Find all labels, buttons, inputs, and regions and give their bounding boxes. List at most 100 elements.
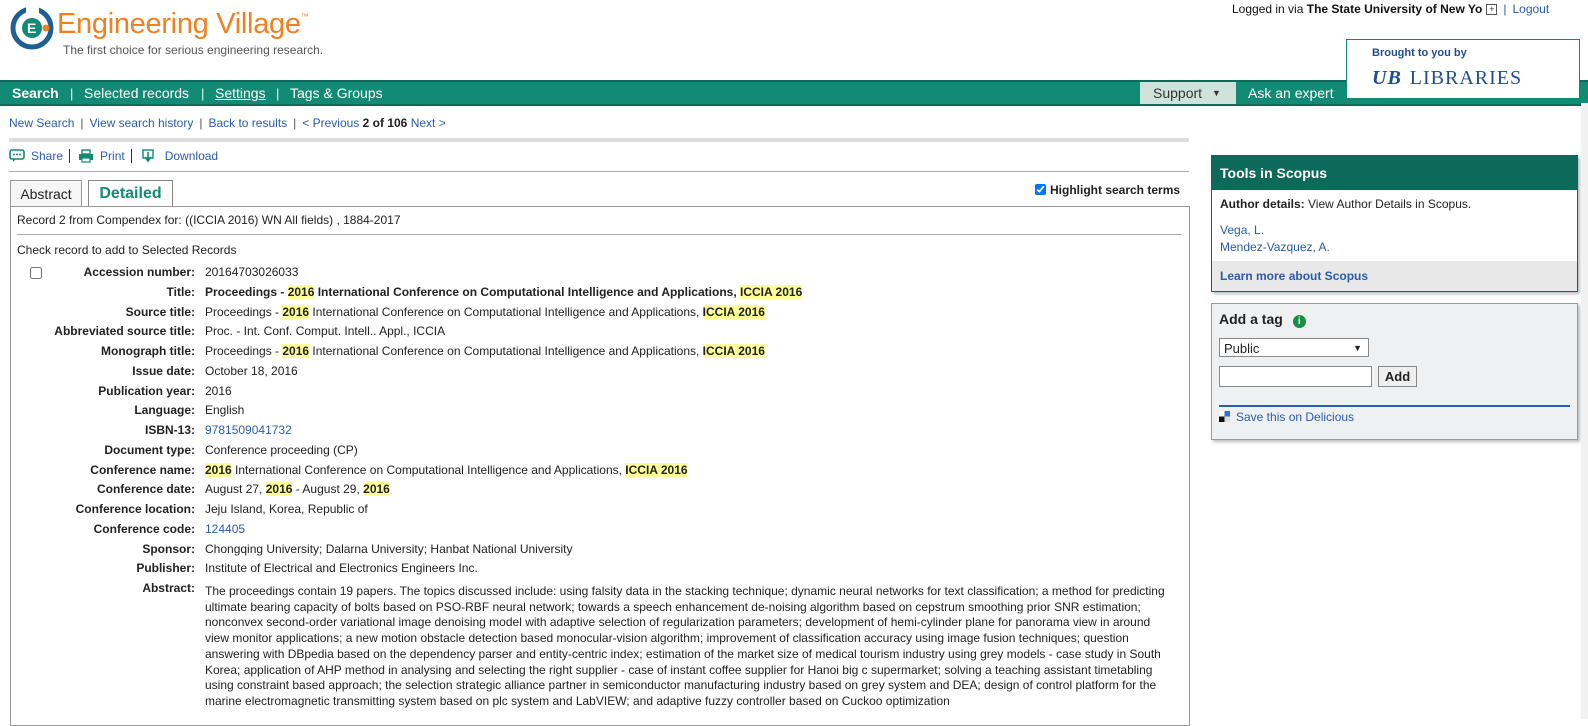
field-label: Title: bbox=[166, 285, 195, 299]
field-value-link[interactable]: 9781509041732 bbox=[205, 423, 292, 437]
field-value: Jeju Island, Korea, Republic of bbox=[205, 502, 368, 516]
field-value-link[interactable]: 124405 bbox=[205, 522, 245, 536]
highlighted-term: ICCIA 2016 bbox=[625, 463, 688, 477]
new-search-link[interactable]: New Search bbox=[9, 116, 74, 130]
add-tag-panel: Add a tag i Public ▼ Add Save this on Deli… bbox=[1211, 303, 1578, 440]
add-tag-title-text: Add a tag bbox=[1219, 311, 1283, 327]
nav-selected-records[interactable]: Selected records bbox=[84, 85, 189, 101]
author-details-label: Author details: bbox=[1220, 197, 1305, 211]
share-link[interactable]: Share bbox=[31, 149, 63, 163]
field-value: English bbox=[205, 403, 244, 417]
save-on-delicious-link[interactable]: Save this on Delicious bbox=[1236, 410, 1354, 424]
nav-search[interactable]: Search bbox=[12, 85, 59, 101]
download-link[interactable]: Download bbox=[165, 149, 218, 163]
ub-libraries-logo: UB LIBRARIES bbox=[1372, 67, 1522, 90]
author-link[interactable]: Vega, L. bbox=[1220, 223, 1264, 237]
field-label: Publisher: bbox=[136, 561, 195, 575]
field-value: Proc. - Int. Conf. Comput. Intell.. Appl… bbox=[205, 324, 445, 338]
field-value: Conference proceeding (CP) bbox=[205, 443, 358, 457]
libraries-label: LIBRARIES bbox=[1409, 67, 1523, 89]
field-value-text: Proc. - Int. Conf. Comput. Intell.. Appl… bbox=[205, 324, 446, 338]
field-value-text: October 18, 2016 bbox=[205, 364, 298, 378]
previous-link[interactable]: < Previous bbox=[302, 116, 359, 130]
add-tag-button[interactable]: Add bbox=[1378, 366, 1417, 387]
field-value: Proceedings - 2016 International Confere… bbox=[205, 285, 803, 299]
tab-detailed[interactable]: Detailed bbox=[88, 180, 173, 207]
record-position: 2 of 106 bbox=[362, 116, 408, 130]
tag-visibility-value: Public bbox=[1224, 341, 1260, 356]
highlighted-term: 2016 bbox=[282, 305, 310, 319]
highlighted-term: 2016 bbox=[363, 482, 390, 496]
divider bbox=[9, 138, 1189, 142]
support-label: Support bbox=[1153, 85, 1203, 101]
field-value-text: August 27, bbox=[205, 482, 266, 496]
field-label: Abstract: bbox=[142, 581, 195, 595]
learn-more-scopus-link[interactable]: Learn more about Scopus bbox=[1212, 261, 1577, 291]
field-value: Institute of Electrical and Electronics … bbox=[205, 561, 478, 575]
field-value[interactable]: 9781509041732 bbox=[205, 423, 292, 437]
info-icon[interactable]: i bbox=[1292, 315, 1306, 328]
print-icon[interactable] bbox=[78, 149, 94, 163]
download-icon[interactable] bbox=[140, 149, 156, 163]
highlighted-term: 2016 bbox=[282, 344, 310, 358]
highlighted-term: 2016 bbox=[205, 463, 232, 477]
separator bbox=[69, 149, 71, 163]
logo-name-text: Engineering Village bbox=[57, 8, 301, 40]
separator bbox=[130, 149, 132, 163]
divider bbox=[1219, 405, 1570, 407]
ub-mark: UB bbox=[1372, 67, 1402, 89]
next-link[interactable]: Next > bbox=[411, 116, 446, 130]
back-to-results-link[interactable]: Back to results bbox=[208, 116, 287, 130]
print-link[interactable]: Print bbox=[100, 149, 125, 163]
field-value: 2016 International Conference on Computa… bbox=[205, 463, 688, 477]
nav-ask-expert[interactable]: Ask an expert bbox=[1248, 85, 1334, 101]
brought-to-you-by-badge[interactable]: Brought to you by UB LIBRARIES bbox=[1346, 39, 1580, 99]
field-value-text: 20164703026033 bbox=[205, 265, 299, 279]
field-label: Conference date: bbox=[96, 482, 195, 496]
field-value-text: English bbox=[205, 403, 245, 417]
field-label: Issue date: bbox=[132, 364, 195, 378]
logo-name[interactable]: Engineering Village™ bbox=[57, 8, 309, 41]
support-menu[interactable]: Support ▼ bbox=[1140, 82, 1236, 104]
field-value-text: Jeju Island, Korea, Republic of bbox=[205, 502, 368, 516]
separator: | bbox=[1503, 2, 1507, 16]
separator: | bbox=[80, 116, 84, 130]
field-value: August 27, 2016 - August 29, 2016 bbox=[205, 482, 390, 496]
tag-input[interactable] bbox=[1219, 366, 1372, 387]
field-label: Accession number: bbox=[83, 265, 195, 279]
field-label: Abbreviated source title: bbox=[54, 324, 195, 338]
field-label: Conference code: bbox=[93, 522, 195, 536]
save-on-delicious[interactable]: Save this on Delicious bbox=[1219, 410, 1354, 424]
vertical-scrollbar[interactable] bbox=[1581, 103, 1588, 719]
nav-tags-groups[interactable]: Tags & Groups bbox=[290, 85, 383, 101]
author-details: Author details: View Author Details in S… bbox=[1220, 197, 1471, 211]
field-value-text: 2016 bbox=[205, 384, 232, 398]
highlight-search-terms-checkbox[interactable] bbox=[1035, 184, 1046, 195]
highlighted-term: 2016 bbox=[265, 482, 293, 496]
field-value: 2016 bbox=[205, 384, 232, 398]
field-value[interactable]: 124405 bbox=[205, 522, 245, 536]
highlight-search-terms-option[interactable]: Highlight search terms bbox=[1035, 183, 1180, 197]
field-value-text: Proceedings - bbox=[205, 305, 283, 319]
expand-icon[interactable]: + bbox=[1486, 4, 1498, 15]
field-value-text: International Conference on Computationa… bbox=[314, 285, 740, 299]
field-label: Monograph title: bbox=[101, 344, 195, 358]
logout-link[interactable]: Logout bbox=[1512, 2, 1549, 16]
svg-text:E: E bbox=[27, 20, 36, 36]
tag-visibility-select[interactable]: Public ▼ bbox=[1219, 338, 1369, 357]
highlighted-term: ICCIA 2016 bbox=[740, 285, 803, 299]
field-label: Conference location: bbox=[75, 502, 195, 516]
field-label: Sponsor: bbox=[142, 542, 195, 556]
record-source: Record 2 from Compendex for: ((ICCIA 201… bbox=[17, 213, 401, 227]
field-value: 20164703026033 bbox=[205, 265, 298, 279]
view-search-history-link[interactable]: View search history bbox=[90, 116, 194, 130]
chevron-down-icon: ▼ bbox=[1353, 343, 1362, 353]
author-link[interactable]: Mendez-Vazquez, A. bbox=[1220, 240, 1330, 254]
field-value-text: International Conference on Computationa… bbox=[309, 344, 703, 358]
highlighted-term: ICCIA 2016 bbox=[702, 305, 765, 319]
author-details-text: View Author Details in Scopus. bbox=[1304, 197, 1472, 211]
share-icon[interactable] bbox=[9, 149, 25, 163]
tab-abstract[interactable]: Abstract bbox=[10, 180, 82, 207]
nav-settings[interactable]: Settings bbox=[215, 85, 266, 101]
divider bbox=[17, 234, 1182, 235]
